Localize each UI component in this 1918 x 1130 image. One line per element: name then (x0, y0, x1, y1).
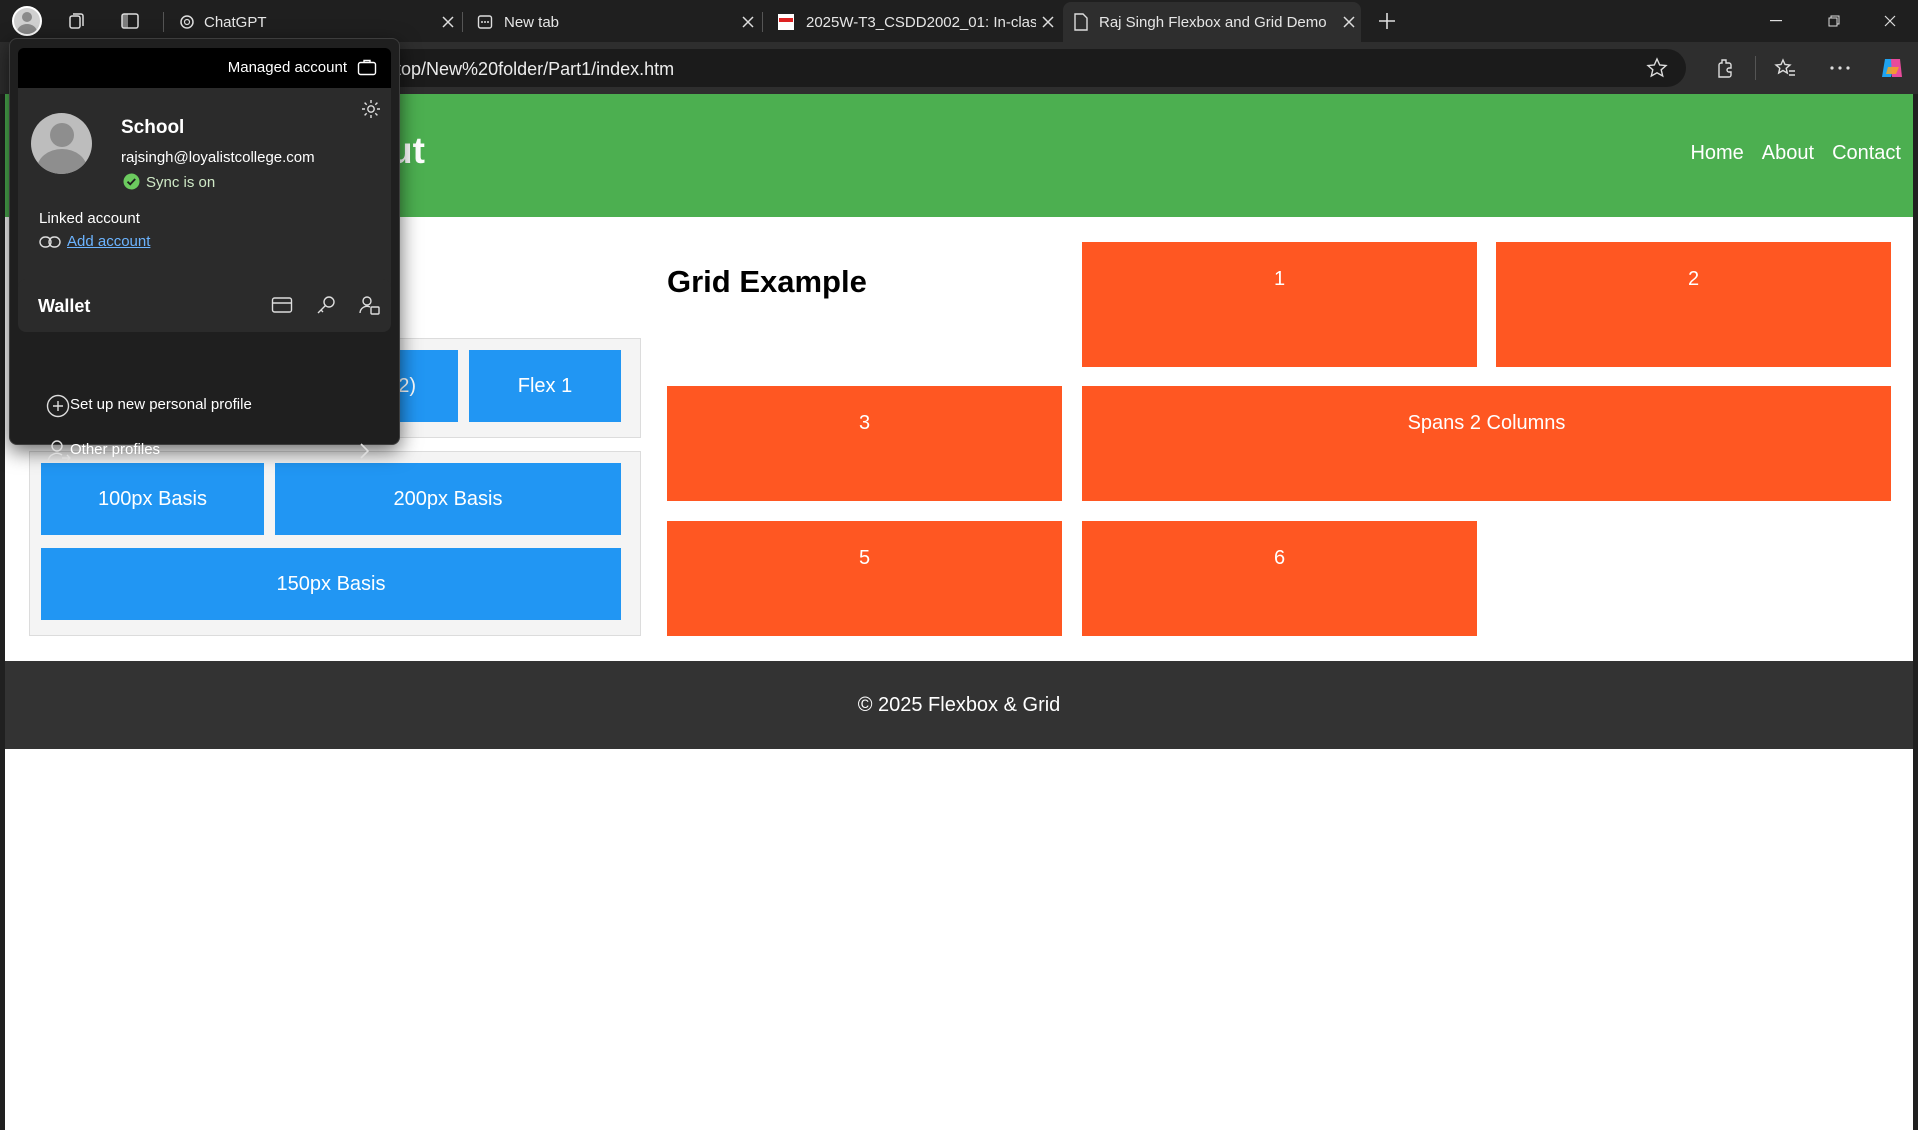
wallet-card[interactable]: Wallet (18, 279, 391, 332)
tab-strip: ChatGPT New tab 2025W-T3_CSDD2002_01: In… (0, 0, 1918, 42)
tab-title: Raj Singh Flexbox and Grid Demo (1099, 13, 1327, 31)
grid-item-span-2: Spans 2 Columns (1082, 386, 1891, 501)
personal-info-icon[interactable] (358, 294, 380, 316)
tab-course[interactable]: 2025W-T3_CSDD2002_01: In-class (766, 2, 1060, 42)
add-account-link[interactable]: Add account (67, 233, 150, 250)
profile-avatar-button[interactable] (12, 6, 42, 36)
tab-new-tab[interactable]: New tab (466, 2, 760, 42)
document-icon (1063, 13, 1099, 31)
new-profile-label: Set up new personal profile (70, 396, 252, 413)
profile-flyout: Managed account School rajsingh@loyalist… (9, 38, 400, 462)
flex-container-2: 100px Basis 200px Basis 150px Basis (29, 451, 641, 636)
chatgpt-icon (170, 14, 204, 30)
grid-item: 6 (1082, 521, 1477, 636)
password-key-icon[interactable] (315, 294, 337, 316)
flex-item: 100px Basis (41, 463, 264, 535)
switch-profile-icon (46, 438, 72, 464)
minimize-button[interactable] (1748, 0, 1804, 42)
linked-account-label: Linked account (39, 210, 140, 227)
flex-item: 200px Basis (275, 463, 621, 535)
sync-status: Sync is on (146, 174, 216, 191)
flex-item: 150px Basis (41, 548, 621, 620)
tab-chatgpt[interactable]: ChatGPT (170, 2, 460, 42)
new-profile-item[interactable]: Set up new personal profile (18, 385, 391, 425)
grid-item: 5 (667, 521, 1062, 636)
extensions-icon[interactable] (1710, 53, 1740, 83)
address-bar[interactable]: n/Desktop/New%20folder/Part1/index.htm (330, 49, 1686, 87)
credit-card-icon[interactable] (271, 296, 293, 314)
nav-link-about[interactable]: About (1762, 142, 1814, 165)
managed-account-bar: Managed account (18, 48, 391, 88)
briefcase-icon (357, 58, 377, 76)
site-nav: Home About Contact (1672, 142, 1901, 165)
close-icon[interactable] (736, 10, 760, 34)
workspaces-icon[interactable] (62, 6, 92, 36)
grid-heading: Grid Example (667, 264, 867, 299)
profile-email: rajsingh@loyalistcollege.com (121, 149, 315, 166)
chevron-right-icon (359, 443, 369, 459)
copilot-icon[interactable] (1877, 53, 1907, 83)
flex-item-label: 2) (398, 374, 416, 397)
flex-item: Flex 1 (469, 350, 621, 422)
other-profiles-item[interactable]: Other profiles (18, 430, 391, 470)
wallet-label: Wallet (38, 296, 91, 316)
restore-button[interactable] (1806, 0, 1862, 42)
tab-title: 2025W-T3_CSDD2002_01: In-class (806, 13, 1036, 31)
nav-link-home[interactable]: Home (1690, 142, 1743, 165)
managed-account-label: Managed account (227, 59, 347, 76)
favorites-icon[interactable] (1770, 53, 1800, 83)
college-favicon-icon (766, 13, 806, 31)
close-icon[interactable] (436, 10, 460, 34)
tab-flexbox-demo[interactable]: Raj Singh Flexbox and Grid Demo (1063, 2, 1361, 42)
close-icon[interactable] (1337, 10, 1361, 34)
other-profiles-label: Other profiles (70, 441, 161, 458)
grid-item: 2 (1496, 242, 1891, 367)
favorite-star-icon[interactable] (1646, 57, 1668, 79)
profile-name: School (121, 117, 185, 138)
avatar (12, 6, 42, 36)
avatar (31, 113, 92, 174)
footer-text: © 2025 Flexbox & Grid (857, 694, 1061, 716)
tab-title: New tab (504, 13, 560, 31)
more-options-icon[interactable] (1825, 53, 1855, 83)
nav-link-contact[interactable]: Contact (1832, 142, 1901, 165)
add-circle-icon (46, 394, 70, 418)
grid-item: 3 (667, 386, 1062, 501)
vertical-tabs-icon[interactable] (115, 6, 145, 36)
site-footer: © 2025 Flexbox & Grid (5, 661, 1913, 749)
sync-check-icon (123, 173, 140, 190)
settings-gear-icon[interactable] (360, 98, 382, 120)
new-tab-icon (466, 14, 504, 30)
close-icon[interactable] (1036, 10, 1060, 34)
new-tab-button[interactable] (1372, 6, 1402, 36)
close-window-button[interactable] (1862, 0, 1918, 42)
grid-item: 1 (1082, 242, 1477, 367)
tab-title: ChatGPT (204, 13, 267, 31)
link-icon (39, 235, 61, 249)
